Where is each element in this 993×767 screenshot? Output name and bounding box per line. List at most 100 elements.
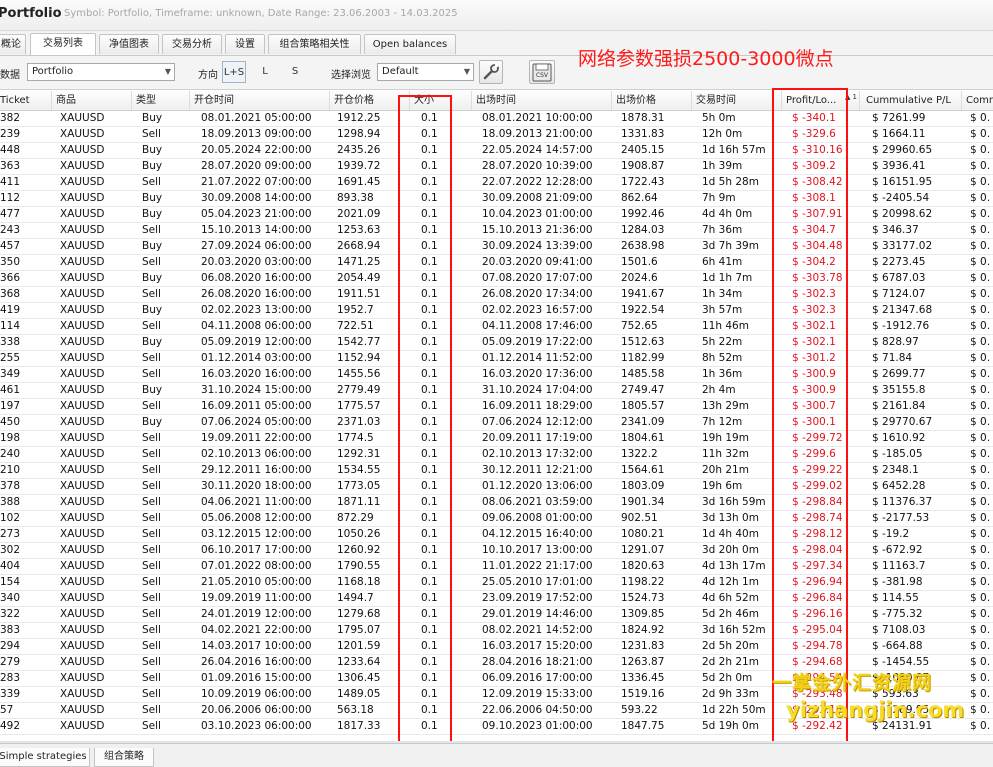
- cell-commission: $ 0.: [970, 320, 991, 332]
- cell-commission: $ 0.: [970, 112, 991, 124]
- tab-equity-chart[interactable]: 净值图表: [99, 34, 159, 54]
- cell-ticket: 492: [0, 720, 21, 732]
- cell-commission: $ 0.: [970, 656, 991, 668]
- cell-ticket: 198: [0, 432, 21, 444]
- cell-type: Buy: [142, 416, 163, 428]
- cell-symbol: XAUUSD: [60, 512, 105, 524]
- cell-open-time: 19.09.2011 22:00:00: [201, 432, 312, 444]
- column-header-symbol[interactable]: 商品: [52, 91, 132, 110]
- cell-type: Sell: [142, 528, 161, 540]
- tab-simple-strategies[interactable]: Simple strategies: [0, 748, 90, 767]
- column-header-close-price[interactable]: 出场价格: [612, 91, 692, 110]
- cell-symbol: XAUUSD: [60, 288, 105, 300]
- direction-short[interactable]: S: [283, 61, 307, 83]
- cell-type: Sell: [142, 608, 161, 620]
- cell-ticket: 411: [0, 176, 21, 188]
- cell-duration: 5h 22m: [702, 336, 743, 348]
- cell-type: Sell: [142, 256, 161, 268]
- cell-close-time: 22.06.2006 04:50:00: [482, 704, 593, 716]
- cell-duration: 5d 2h 0m: [702, 672, 753, 684]
- cell-cumulative-pl: $ 71.84: [872, 352, 913, 364]
- cell-duration: 1d 16h 57m: [702, 144, 766, 156]
- tab-portfolio-correlation[interactable]: 组合策略相关性: [268, 34, 361, 54]
- cell-close-time: 28.04.2016 18:21:00: [482, 656, 593, 668]
- cell-open-time: 04.06.2021 11:00:00: [201, 496, 312, 508]
- cell-symbol: XAUUSD: [60, 720, 105, 732]
- cell-ticket: 383: [0, 624, 21, 636]
- cell-cumulative-pl: $ 2273.45: [872, 256, 926, 268]
- column-header-duration[interactable]: 交易时间: [692, 91, 782, 110]
- cell-symbol: XAUUSD: [60, 320, 105, 332]
- column-header-commission[interactable]: Comm: [962, 91, 993, 110]
- cell-type: Sell: [142, 448, 161, 460]
- cell-close-price: 1284.03: [621, 224, 665, 236]
- column-header-open-time[interactable]: 开仓时间: [190, 91, 330, 110]
- cell-close-time: 10.10.2017 13:00:00: [482, 544, 593, 556]
- cell-symbol: XAUUSD: [60, 352, 105, 364]
- browse-select[interactable]: Default ▼: [377, 63, 474, 81]
- cell-duration: 7h 36m: [702, 224, 743, 236]
- cell-open-time: 30.09.2008 14:00:00: [201, 192, 312, 204]
- cell-type: Sell: [142, 368, 161, 380]
- direction-long-short[interactable]: L+S: [222, 61, 246, 83]
- cell-close-price: 1182.99: [621, 352, 665, 364]
- cell-close-price: 2749.47: [621, 384, 665, 396]
- cell-close-price: 2024.6: [621, 272, 658, 284]
- cell-commission: $ 0.: [970, 208, 991, 220]
- cell-symbol: XAUUSD: [60, 368, 105, 380]
- cell-close-time: 01.12.2014 11:52:00: [482, 352, 593, 364]
- tab-overview[interactable]: 概论: [0, 34, 26, 54]
- csv-export-button[interactable]: CSV: [529, 60, 555, 84]
- cell-type: Sell: [142, 544, 161, 556]
- tab-portfolio-strategies[interactable]: 组合策略: [94, 748, 154, 767]
- tab-open-balances[interactable]: Open balances: [364, 34, 456, 54]
- cell-ticket: 294: [0, 640, 21, 652]
- cell-commission: $ 0.: [970, 304, 991, 316]
- cell-close-price: 2638.98: [621, 240, 665, 252]
- profit-column-highlight-box: [772, 88, 848, 746]
- cell-duration: 5d 19h 0m: [702, 720, 759, 732]
- cell-close-time: 08.01.2021 10:00:00: [482, 112, 593, 124]
- column-header-cumulative-pl[interactable]: Cummulative P/L: [862, 91, 962, 110]
- cell-duration: 1d 22h 50m: [702, 704, 766, 716]
- tab-trade-list[interactable]: 交易列表: [30, 33, 96, 55]
- cell-close-time: 10.04.2023 01:00:00: [482, 208, 593, 220]
- tool-button[interactable]: [479, 60, 503, 84]
- direction-long[interactable]: L: [253, 61, 277, 83]
- cell-cumulative-pl: $ 33177.02: [872, 240, 933, 252]
- direction-label: 方向: [198, 70, 218, 81]
- cell-cumulative-pl: $ 29770.67: [872, 416, 933, 428]
- cell-close-price: 2405.15: [621, 144, 665, 156]
- cell-commission: $ 0.: [970, 592, 991, 604]
- cell-type: Sell: [142, 224, 161, 236]
- cell-symbol: XAUUSD: [60, 656, 105, 668]
- cell-commission: $ 0.: [970, 368, 991, 380]
- cell-type: Sell: [142, 496, 161, 508]
- cell-open-time: 08.01.2021 05:00:00: [201, 112, 312, 124]
- cell-open-time: 24.01.2019 12:00:00: [201, 608, 312, 620]
- cell-close-time: 11.01.2022 21:17:00: [482, 560, 593, 572]
- cell-commission: $ 0.: [970, 432, 991, 444]
- cell-symbol: XAUUSD: [60, 416, 105, 428]
- cell-commission: $ 0.: [970, 672, 991, 684]
- browse-select-value: Default: [382, 66, 419, 77]
- cell-duration: 6h 41m: [702, 256, 743, 268]
- column-header-ticket[interactable]: Ticket: [0, 91, 52, 110]
- cell-cumulative-pl: $ -672.92: [872, 544, 923, 556]
- cell-close-time: 15.10.2013 21:36:00: [482, 224, 593, 236]
- cell-type: Sell: [142, 576, 161, 588]
- cell-cumulative-pl: $ 1664.11: [872, 128, 926, 140]
- column-header-close-time[interactable]: 出场时间: [472, 91, 612, 110]
- cell-duration: 2d 2h 21m: [702, 656, 759, 668]
- cell-cumulative-pl: $ -664.88: [872, 640, 923, 652]
- tab-trade-analysis[interactable]: 交易分析: [162, 34, 222, 54]
- data-select[interactable]: Portfolio ▼: [27, 63, 175, 81]
- tab-settings[interactable]: 设置: [225, 34, 265, 54]
- column-header-type[interactable]: 类型: [132, 91, 190, 110]
- cell-close-time: 31.10.2024 17:04:00: [482, 384, 593, 396]
- cell-open-time: 20.06.2006 06:00:00: [201, 704, 312, 716]
- cell-open-time: 01.09.2016 15:00:00: [201, 672, 312, 684]
- cell-cumulative-pl: $ -19.2: [872, 528, 910, 540]
- cell-ticket: 450: [0, 416, 21, 428]
- cell-symbol: XAUUSD: [60, 560, 105, 572]
